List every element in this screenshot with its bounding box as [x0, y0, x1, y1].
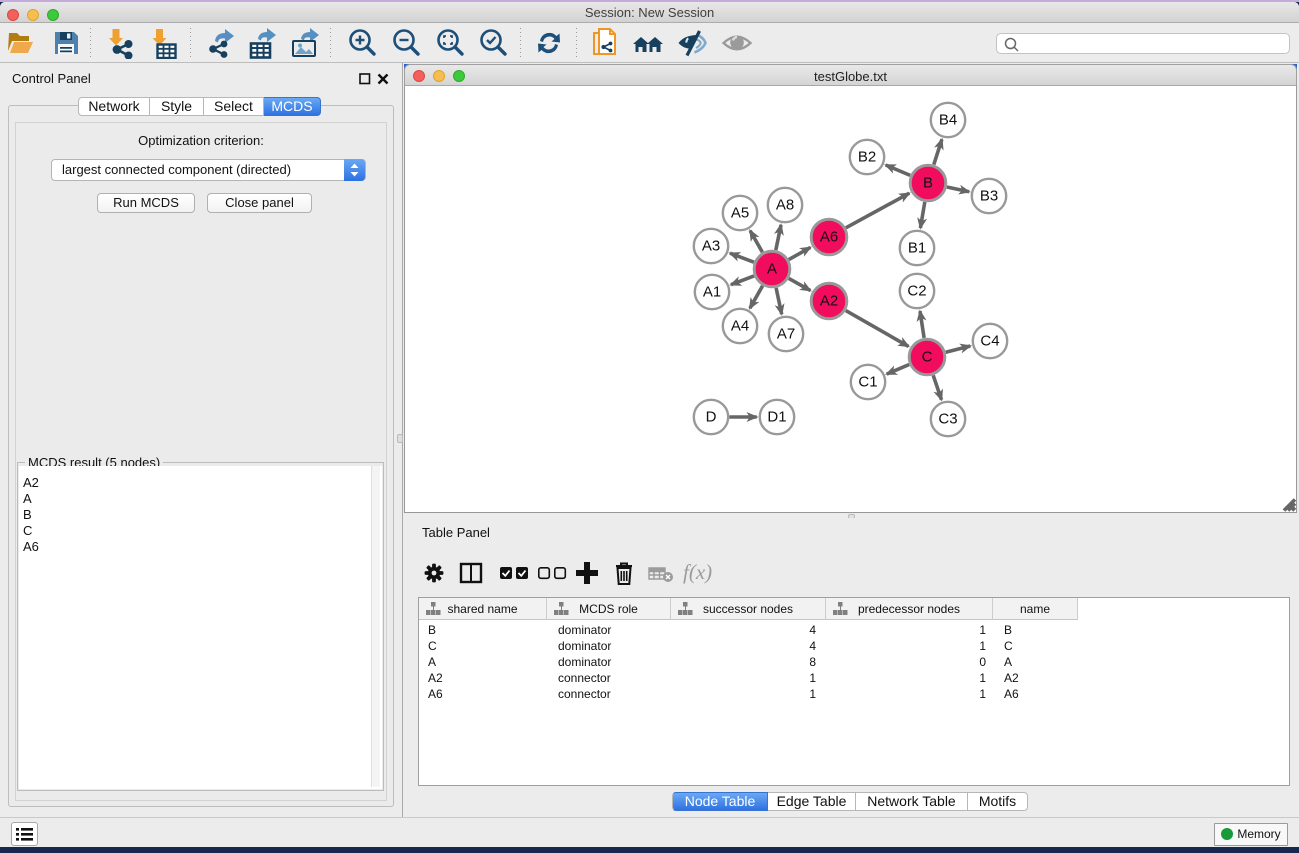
svg-text:A6: A6: [820, 229, 838, 246]
svg-text:A3: A3: [702, 238, 720, 255]
svg-text:A1: A1: [703, 284, 721, 301]
svg-text:C1: C1: [858, 374, 877, 391]
svg-text:C3: C3: [938, 411, 957, 428]
svg-text:A5: A5: [731, 205, 749, 222]
svg-text:A8: A8: [776, 197, 794, 214]
svg-text:B4: B4: [939, 112, 957, 129]
svg-text:C: C: [922, 349, 933, 366]
svg-text:D1: D1: [767, 409, 786, 426]
svg-text:B: B: [923, 175, 933, 192]
svg-text:B3: B3: [980, 188, 998, 205]
svg-text:C4: C4: [980, 333, 999, 350]
svg-text:D: D: [706, 409, 717, 426]
svg-text:A4: A4: [731, 318, 749, 335]
svg-text:B1: B1: [908, 240, 926, 257]
svg-text:A: A: [767, 261, 777, 278]
svg-text:C2: C2: [907, 283, 926, 300]
svg-text:A2: A2: [820, 293, 838, 310]
svg-text:B2: B2: [858, 149, 876, 166]
svg-text:A7: A7: [777, 326, 795, 343]
